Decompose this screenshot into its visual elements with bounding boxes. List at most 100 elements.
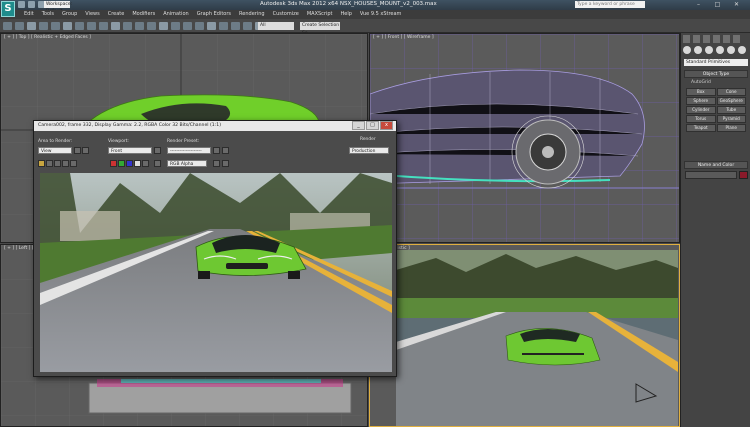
- auto-region-icon[interactable]: [82, 147, 89, 154]
- menu-vue[interactable]: Vue 9.5 xStream: [356, 10, 406, 19]
- viewport-top-label[interactable]: [ + ] [ Top ] [ Realistic + Edged Faces …: [4, 35, 91, 40]
- clear-image-icon[interactable]: [70, 160, 77, 167]
- autogrid-checkbox[interactable]: AutoGrid: [691, 80, 711, 85]
- selection-filter-dropdown[interactable]: All: [258, 22, 294, 30]
- hierarchy-tab-icon[interactable]: [703, 35, 710, 43]
- cameras-icon[interactable]: [716, 46, 724, 54]
- object-name-field[interactable]: [685, 171, 737, 179]
- menu-graph-editors[interactable]: Graph Editors: [193, 10, 235, 19]
- render-minimize-button[interactable]: _: [352, 121, 365, 130]
- app-logo-icon[interactable]: S: [1, 1, 15, 17]
- render-preset-dropdown[interactable]: --------------------: [167, 147, 211, 154]
- sphere-button[interactable]: Sphere: [686, 97, 716, 105]
- pivot-icon[interactable]: [159, 22, 168, 30]
- select-manipulate-icon[interactable]: [171, 22, 180, 30]
- menu-tools[interactable]: Tools: [38, 10, 58, 19]
- menu-create[interactable]: Create: [104, 10, 129, 19]
- modify-tab-icon[interactable]: [693, 35, 700, 43]
- tube-button[interactable]: Tube: [716, 106, 746, 114]
- alpha-channel-icon[interactable]: [134, 160, 141, 167]
- menu-animation[interactable]: Animation: [159, 10, 193, 19]
- helpers-icon[interactable]: [727, 46, 735, 54]
- primitive-category-dropdown[interactable]: Standard Primitives: [684, 59, 748, 66]
- render-maximize-button[interactable]: □: [366, 121, 379, 130]
- redo-icon[interactable]: [15, 22, 24, 30]
- menu-group[interactable]: Group: [58, 10, 81, 19]
- move-icon[interactable]: [111, 22, 120, 30]
- toggle-ui-overlay-icon[interactable]: [213, 160, 220, 167]
- object-type-rollout[interactable]: Object Type: [684, 70, 748, 78]
- link-icon[interactable]: [27, 22, 36, 30]
- render-close-button[interactable]: x: [380, 121, 393, 130]
- undo-icon[interactable]: [3, 22, 12, 30]
- production-dropdown[interactable]: Production: [349, 147, 389, 154]
- swatch-icon[interactable]: [154, 160, 161, 167]
- menu-edit[interactable]: Edit: [20, 10, 38, 19]
- menu-modifiers[interactable]: Modifiers: [128, 10, 159, 19]
- blue-channel-icon[interactable]: [126, 160, 133, 167]
- cylinder-button[interactable]: Cylinder: [686, 106, 716, 114]
- box-button[interactable]: Box: [686, 88, 716, 96]
- plane-button[interactable]: Plane: [716, 124, 746, 132]
- monochrome-icon[interactable]: [142, 160, 149, 167]
- systems-icon[interactable]: [738, 46, 746, 54]
- teapot-button[interactable]: Teapot: [686, 124, 716, 132]
- bind-space-warp-icon[interactable]: [51, 22, 60, 30]
- pyramid-button[interactable]: Pyramid: [716, 115, 746, 123]
- utilities-tab-icon[interactable]: [733, 35, 740, 43]
- maximize-button[interactable]: □: [709, 0, 726, 9]
- viewport-front-label[interactable]: [ + ] [ Front ] [ Wireframe ]: [373, 35, 434, 40]
- rotate-icon[interactable]: [123, 22, 132, 30]
- scale-icon[interactable]: [135, 22, 144, 30]
- area-to-render-dropdown[interactable]: View: [38, 147, 72, 154]
- menu-help[interactable]: Help: [337, 10, 356, 19]
- viewport-perspective[interactable]: [ + ] [ Realistic ]: [369, 244, 680, 427]
- edit-region-icon[interactable]: [74, 147, 81, 154]
- edit-named-sel-icon[interactable]: [243, 22, 252, 30]
- geosphere-button[interactable]: GeoSphere: [716, 97, 746, 105]
- menu-customize[interactable]: Customize: [269, 10, 303, 19]
- menu-views[interactable]: Views: [81, 10, 103, 19]
- name-and-color-rollout[interactable]: Name and Color: [684, 161, 748, 169]
- search-input[interactable]: Type a keyword or phrase: [575, 1, 645, 8]
- object-color-swatch[interactable]: [739, 171, 748, 179]
- display-tab-icon[interactable]: [723, 35, 730, 43]
- keyboard-shortcut-icon[interactable]: [183, 22, 192, 30]
- rect-selection-icon[interactable]: [87, 22, 96, 30]
- save-image-icon[interactable]: [38, 160, 45, 167]
- angle-snap-icon[interactable]: [207, 22, 216, 30]
- snaps-toggle-icon[interactable]: [195, 22, 204, 30]
- open-file-icon[interactable]: [28, 1, 35, 8]
- red-channel-icon[interactable]: [110, 160, 117, 167]
- percent-snap-icon[interactable]: [219, 22, 228, 30]
- motion-tab-icon[interactable]: [713, 35, 720, 43]
- ref-coord-icon[interactable]: [147, 22, 156, 30]
- workspace-dropdown[interactable]: Workspace: Default: [44, 1, 72, 14]
- print-image-icon[interactable]: [62, 160, 69, 167]
- menu-rendering[interactable]: Rendering: [235, 10, 269, 19]
- create-tab-icon[interactable]: [683, 35, 690, 43]
- lights-icon[interactable]: [705, 46, 713, 54]
- viewport-front[interactable]: [ + ] [ Front ] [ Wireframe ]: [369, 33, 680, 243]
- minimize-button[interactable]: –: [690, 0, 707, 9]
- toggle-ui-icon[interactable]: [222, 160, 229, 167]
- window-crossing-icon[interactable]: [99, 22, 108, 30]
- close-button[interactable]: ✕: [728, 0, 745, 9]
- new-file-icon[interactable]: [18, 1, 25, 8]
- green-channel-icon[interactable]: [118, 160, 125, 167]
- shapes-icon[interactable]: [694, 46, 702, 54]
- geometry-icon[interactable]: [683, 46, 691, 54]
- lock-viewport-icon[interactable]: [154, 147, 161, 154]
- clone-window-icon[interactable]: [54, 160, 61, 167]
- select-object-icon[interactable]: [63, 22, 72, 30]
- unlink-icon[interactable]: [39, 22, 48, 30]
- environment-icon[interactable]: [222, 147, 229, 154]
- spinner-snap-icon[interactable]: [231, 22, 240, 30]
- torus-button[interactable]: Torus: [686, 115, 716, 123]
- named-selection-input[interactable]: Create Selection Se: [300, 22, 340, 36]
- render-setup-icon[interactable]: [213, 147, 220, 154]
- cone-button[interactable]: Cone: [716, 88, 746, 96]
- select-by-name-icon[interactable]: [75, 22, 84, 30]
- copy-image-icon[interactable]: [46, 160, 53, 167]
- viewport-dropdown[interactable]: Front: [108, 147, 152, 154]
